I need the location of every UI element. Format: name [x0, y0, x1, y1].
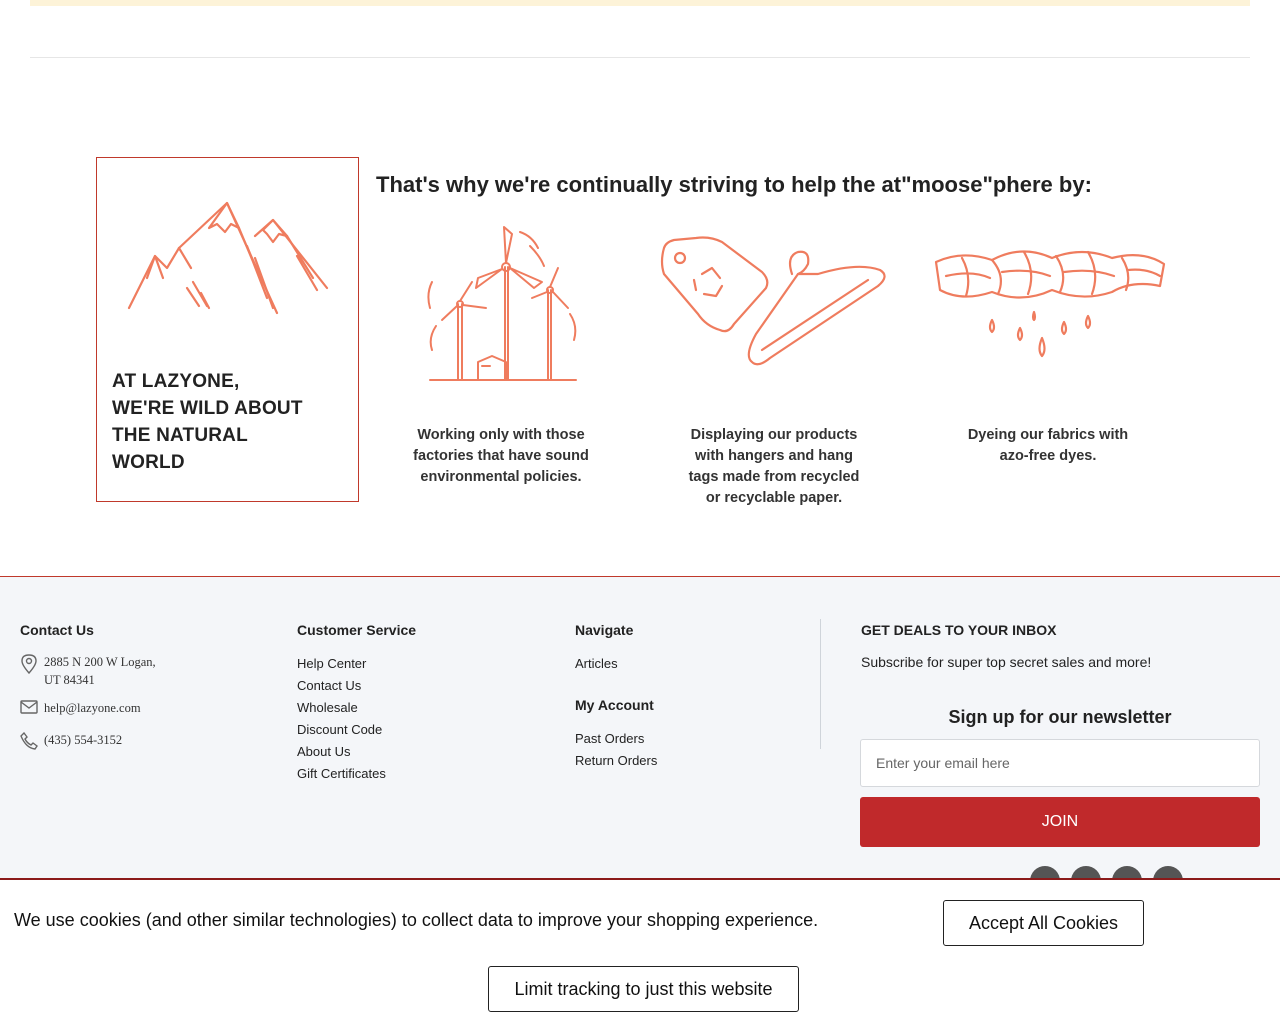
newsletter-email-input[interactable] [860, 739, 1260, 787]
cookie-message: We use cookies (and other similar techno… [14, 910, 819, 930]
footer-link-help-center[interactable]: Help Center [297, 656, 366, 671]
section-divider [30, 57, 1250, 58]
my-account-heading: My Account [575, 697, 654, 713]
email-row[interactable]: help@lazyone.com [20, 699, 141, 717]
contact-heading: Contact Us [20, 622, 94, 638]
feature-factories-text: Working only with those factories that h… [413, 427, 589, 485]
newsletter-heading: GET DEALS TO YOUR INBOX [861, 622, 1057, 638]
customer-service-heading: Customer Service [297, 622, 417, 638]
footer-link-past-orders[interactable]: Past Orders [575, 731, 644, 746]
wild-heading-line: THE NATURAL [112, 425, 248, 446]
footer-link-return-orders[interactable]: Return Orders [575, 753, 657, 768]
footer-link-wholesale[interactable]: Wholesale [297, 700, 358, 715]
footer-column-divider [820, 619, 821, 749]
address-line: 2885 N 200 W Logan, [44, 655, 156, 669]
newsletter-join-button[interactable]: JOIN [860, 797, 1260, 847]
location-pin-icon [21, 654, 37, 674]
feature-hangers-text: Displaying our products with hangers and… [688, 427, 860, 506]
phone-icon [20, 732, 38, 750]
wild-heading-line: WORLD [112, 452, 185, 473]
phone-row[interactable]: (435) 554-3152 [20, 731, 122, 750]
footer-link-articles[interactable]: Articles [575, 656, 618, 671]
email-link[interactable]: help@lazyone.com [44, 699, 141, 717]
newsletter-subtitle: Subscribe for super top secret sales and… [861, 654, 1152, 670]
newsletter-signup-title: Sign up for our newsletter [948, 707, 1172, 727]
phone-link[interactable]: (435) 554-3152 [44, 731, 122, 749]
footer-link-about-us[interactable]: About Us [297, 744, 350, 759]
address-row: 2885 N 200 W Logan, UT 84341 [20, 653, 156, 689]
wild-about-nature-card: AT LAZYONE, WE'RE WILD ABOUT THE NATURAL… [96, 157, 359, 502]
envelope-icon [20, 700, 38, 714]
atmosphere-heading: That's why we're continually striving to… [376, 172, 1092, 197]
cookie-consent-bar: We use cookies (and other similar techno… [0, 878, 1280, 1024]
address-line: UT 84341 [44, 673, 95, 687]
dyed-fabric-icon [934, 250, 1166, 358]
accept-cookies-button[interactable]: Accept All Cookies [943, 900, 1144, 946]
mountains-icon [127, 201, 329, 315]
top-notice-strip [30, 0, 1250, 6]
wild-heading-line: AT LAZYONE, [112, 371, 240, 392]
footer-link-contact-us[interactable]: Contact Us [297, 678, 361, 693]
navigate-heading: Navigate [575, 622, 634, 638]
footer-link-gift-certificates[interactable]: Gift Certificates [297, 766, 386, 781]
wind-turbines-icon [427, 226, 577, 381]
feature-dyes-text: Dyeing our fabrics with azo-free dyes. [967, 427, 1129, 464]
wild-heading-line: WE'RE WILD ABOUT [112, 398, 303, 419]
recycled-tag-hanger-icon [660, 236, 886, 366]
footer-link-discount-code[interactable]: Discount Code [297, 722, 382, 737]
limit-tracking-button[interactable]: Limit tracking to just this website [488, 966, 799, 1012]
